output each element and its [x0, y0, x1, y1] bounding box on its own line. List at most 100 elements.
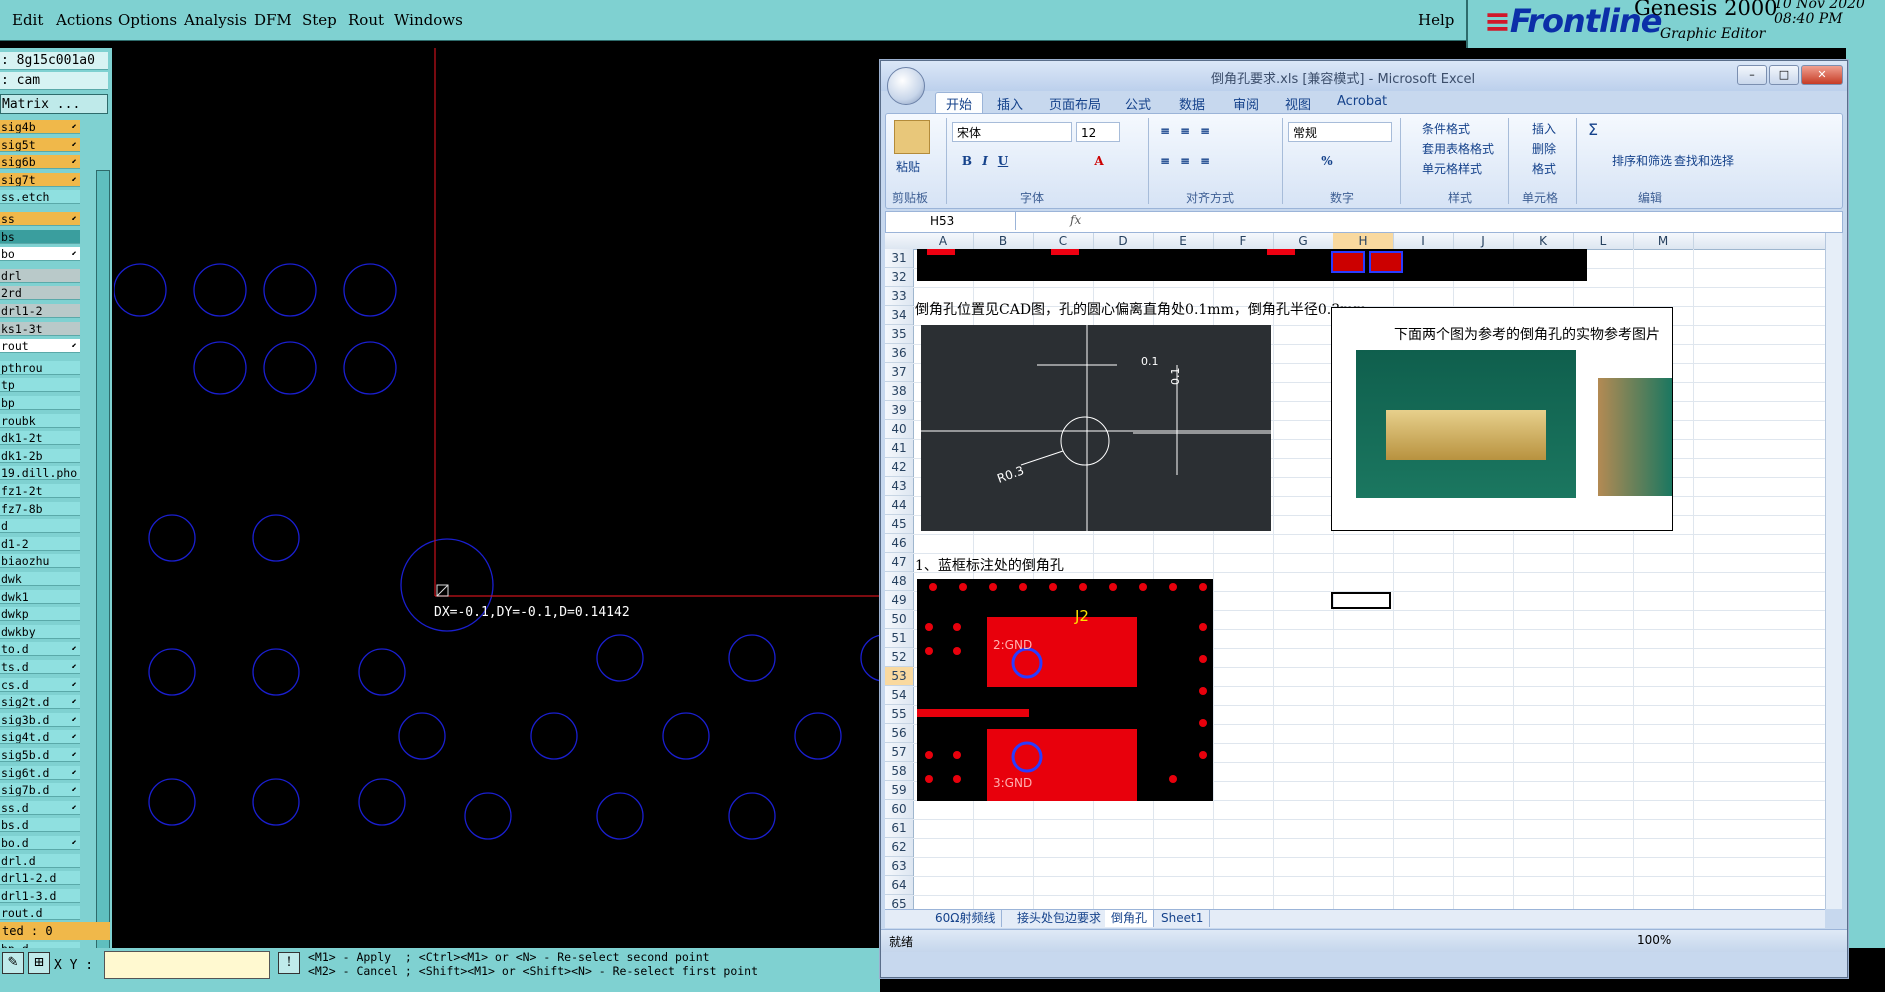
align-bottom-icon[interactable]: ≡	[1196, 122, 1214, 140]
layer-row[interactable]: pthrou	[0, 360, 80, 375]
row-header[interactable]: 31	[885, 249, 913, 268]
layer-row[interactable]: biaozhu	[0, 554, 80, 569]
column-header[interactable]: J	[1453, 233, 1514, 249]
sheet-tab-chamfer[interactable]: 倒角孔	[1105, 910, 1155, 927]
matrix-button[interactable]: Matrix ...	[0, 94, 108, 114]
column-header[interactable]: C	[1033, 233, 1094, 249]
row-header[interactable]: 34	[885, 306, 913, 325]
row-header[interactable]: 65	[885, 895, 913, 909]
sheet-tab-sheet1[interactable]: Sheet1	[1155, 910, 1211, 927]
italic-button[interactable]: I	[976, 152, 994, 170]
tab-page-layout[interactable]: 页面布局	[1049, 94, 1101, 113]
sheet-tab-rf-line[interactable]: 60Ω射频线	[929, 910, 1003, 927]
column-header[interactable]: L	[1573, 233, 1634, 249]
layer-row[interactable]: sig7t ⬋	[0, 172, 80, 187]
menu-dfm[interactable]: DFM	[254, 11, 292, 29]
xy-input[interactable]	[104, 951, 270, 979]
menu-actions[interactable]: Actions	[56, 11, 112, 29]
layer-row[interactable]: ks1-3t	[0, 321, 80, 336]
layer-row[interactable]: tp	[0, 378, 80, 393]
align-middle-icon[interactable]: ≡	[1176, 122, 1194, 140]
column-header[interactable]: F	[1213, 233, 1274, 249]
align-right-icon[interactable]: ≡	[1196, 152, 1214, 170]
row-header[interactable]: 45	[885, 515, 913, 534]
row-header[interactable]: 51	[885, 629, 913, 648]
layer-row[interactable]: drl1-3.d	[0, 888, 80, 903]
minimize-button[interactable]: –	[1737, 65, 1767, 85]
layer-row[interactable]: ss ⬋	[0, 212, 80, 226]
layer-row[interactable]: sig4t.d ⬋	[0, 730, 80, 745]
row-header[interactable]: 50	[885, 610, 913, 629]
layer-row[interactable]: 2rd	[0, 286, 80, 301]
tab-acrobat[interactable]: Acrobat	[1337, 94, 1387, 109]
row-header[interactable]: 61	[885, 819, 913, 838]
layer-row[interactable]: drl1-2	[0, 304, 80, 318]
layer-row[interactable]: bp	[0, 396, 80, 410]
menu-options[interactable]: Options	[118, 11, 177, 29]
close-button[interactable]: ✕	[1801, 65, 1843, 85]
layer-row[interactable]: sig2t.d ⬋	[0, 695, 80, 710]
maximize-button[interactable]: □	[1769, 65, 1799, 85]
pen-icon[interactable]: ✎	[2, 952, 24, 974]
layer-row[interactable]: 19.dill.pho	[0, 466, 80, 481]
paste-icon[interactable]	[894, 120, 930, 154]
row-header[interactable]: 47	[885, 553, 913, 572]
row-header[interactable]: 46	[885, 534, 913, 553]
font-size-select[interactable]: 12	[1076, 122, 1120, 142]
layer-row[interactable]: rout.d	[0, 906, 80, 921]
column-header[interactable]: D	[1093, 233, 1154, 249]
number-format-select[interactable]: 常规	[1288, 122, 1392, 142]
row-header[interactable]: 37	[885, 363, 913, 382]
tab-data[interactable]: 数据	[1179, 94, 1205, 113]
layer-row[interactable]: to.d ⬋	[0, 642, 80, 657]
font-color-icon[interactable]: A	[1090, 152, 1108, 170]
row-header[interactable]: 54	[885, 686, 913, 705]
row-header[interactable]: 33	[885, 287, 913, 306]
row-header[interactable]: 42	[885, 458, 913, 477]
tab-home[interactable]: 开始	[935, 92, 984, 114]
layer-row[interactable]: dwkp	[0, 607, 80, 622]
format-cells-button[interactable]: 格式	[1532, 160, 1556, 177]
layer-row[interactable]: roubk	[0, 413, 80, 428]
menu-windows[interactable]: Windows	[394, 11, 463, 29]
layer-row[interactable]: d1-2	[0, 536, 80, 551]
layer-row[interactable]: dwk1	[0, 589, 80, 604]
tab-view[interactable]: 视图	[1285, 94, 1311, 113]
layer-row[interactable]: fz7-8b	[0, 501, 80, 516]
tab-review[interactable]: 审阅	[1233, 94, 1259, 113]
align-center-icon[interactable]: ≡	[1176, 152, 1194, 170]
layer-row[interactable]: ss.etch	[0, 190, 80, 205]
sort-filter-button[interactable]: 排序和筛选	[1612, 152, 1672, 169]
layer-row[interactable]: bs.d	[0, 818, 80, 833]
column-header[interactable]: I	[1393, 233, 1454, 249]
menu-rout[interactable]: Rout	[348, 11, 384, 29]
column-header[interactable]: E	[1153, 233, 1214, 249]
layer-row[interactable]: drl1-2.d	[0, 871, 80, 886]
row-header[interactable]: 55	[885, 705, 913, 724]
layer-row[interactable]: ss.d ⬋	[0, 800, 80, 815]
layer-row[interactable]: dwk	[0, 572, 80, 586]
zoom-level[interactable]: 100%	[1637, 933, 1671, 947]
tab-formulas[interactable]: 公式	[1125, 94, 1151, 113]
fx-label[interactable]: fx	[1070, 213, 1081, 227]
delete-cells-button[interactable]: 删除	[1532, 140, 1556, 157]
paste-button[interactable]: 粘贴	[896, 158, 920, 175]
row-header[interactable]: 41	[885, 439, 913, 458]
layer-row[interactable]: rout ⬋	[0, 339, 80, 354]
layer-list-scrollbar[interactable]	[96, 170, 110, 970]
layer-row[interactable]: drl	[0, 268, 80, 283]
sheet-tab-connector[interactable]: 接头处包边要求	[1011, 910, 1109, 927]
layer-row[interactable]: sig5t ⬋	[0, 137, 80, 152]
font-name-select[interactable]: 宋体	[952, 122, 1072, 142]
layer-row[interactable]: sig6b ⬋	[0, 155, 80, 170]
layer-row[interactable]: dwkby	[0, 624, 80, 639]
layer-row[interactable]: ts.d ⬋	[0, 660, 80, 674]
menu-analysis[interactable]: Analysis	[184, 11, 247, 29]
menu-help[interactable]: Help	[1418, 11, 1454, 29]
align-left-icon[interactable]: ≡	[1156, 152, 1174, 170]
grid-icon[interactable]: ⊞	[28, 952, 50, 974]
layer-row[interactable]: sig6t.d ⬋	[0, 765, 80, 780]
layer-row[interactable]: bo.d ⬋	[0, 836, 80, 850]
row-header[interactable]: 36	[885, 344, 913, 363]
cell-style-button[interactable]: 单元格样式	[1422, 160, 1482, 177]
